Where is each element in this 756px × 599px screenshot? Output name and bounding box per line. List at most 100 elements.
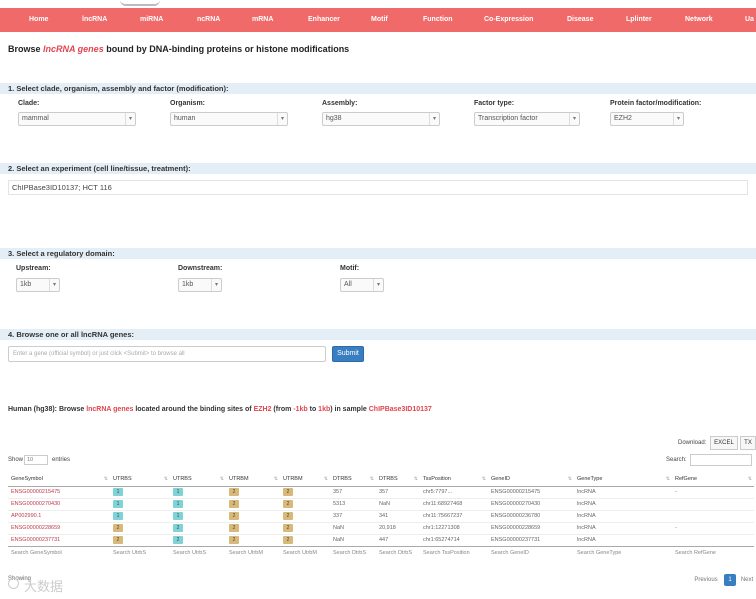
excel-download-button[interactable]: EXCEL xyxy=(710,436,738,450)
search-tssposition-input[interactable]: Search TssPosition xyxy=(420,545,488,559)
cell-utrbm-2: 2 xyxy=(280,486,330,498)
experiment-select[interactable]: ChIPBase3ID10137; HCT 116 xyxy=(8,180,748,195)
show-label: Show xyxy=(8,457,24,463)
count-badge[interactable]: 2 xyxy=(173,536,183,544)
gene-link[interactable]: ENSG00000237731 xyxy=(8,534,110,546)
factor-type-label: Factor type: xyxy=(474,100,515,107)
gene-link[interactable]: AP002990.1 xyxy=(8,510,110,522)
downstream-label: Downstream: xyxy=(178,265,223,272)
col-tssposition[interactable]: TssPosition ⇅ xyxy=(420,473,488,487)
search-utrbs-2-input[interactable]: Search UtrbS xyxy=(170,545,226,559)
count-badge[interactable]: 2 xyxy=(229,536,239,544)
nav-motif[interactable]: Motif xyxy=(371,16,388,23)
search-utrbm-input[interactable]: Search UtrbM xyxy=(226,545,280,559)
cell-utrbs: 2 xyxy=(110,522,170,534)
count-badge[interactable]: 1 xyxy=(173,500,183,508)
page-length-select[interactable]: 10 xyxy=(24,455,48,465)
col-refgene[interactable]: RefGene ⇅ xyxy=(672,473,754,487)
table-row: ENSG00000215475 1 1 2 2 357 357 chr5:779… xyxy=(8,486,754,498)
search-utrbm-2-input[interactable]: Search UtrbM xyxy=(280,545,330,559)
nav-home[interactable]: Home xyxy=(29,16,48,23)
count-badge[interactable]: 1 xyxy=(173,488,183,496)
gene-link[interactable]: ENSG00000228659 xyxy=(8,522,110,534)
col-dtrbs[interactable]: DTRBS ⇅ xyxy=(330,473,376,487)
search-geneid-input[interactable]: Search GeneID xyxy=(488,545,574,559)
count-badge[interactable]: 2 xyxy=(229,500,239,508)
cell-utrbm: 2 xyxy=(226,510,280,522)
count-badge[interactable]: 2 xyxy=(283,512,293,520)
count-badge[interactable]: 2 xyxy=(283,536,293,544)
count-badge[interactable]: 1 xyxy=(113,488,123,496)
count-badge[interactable]: 1 xyxy=(113,500,123,508)
search-dtrbs-2-input[interactable]: Search DtrbS xyxy=(376,545,420,559)
table-search-input[interactable] xyxy=(690,454,752,466)
gene-link[interactable]: ENSG00000215475 xyxy=(8,486,110,498)
organism-select[interactable]: human ▾ xyxy=(170,112,288,126)
factor-type-select[interactable]: Transcription factor ▾ xyxy=(474,112,580,126)
col-utrbs-2[interactable]: UTRBS ⇅ xyxy=(170,473,226,487)
count-badge[interactable]: 2 xyxy=(283,500,293,508)
cell-tssposition: chr5:7797... xyxy=(423,489,453,495)
pagination-next[interactable]: Next xyxy=(738,574,756,586)
txt-download-button[interactable]: TX xyxy=(740,436,756,450)
cell-utrbm: 2 xyxy=(226,498,280,510)
count-badge[interactable]: 2 xyxy=(283,488,293,496)
upstream-label: Upstream: xyxy=(16,265,51,272)
clade-select[interactable]: mammal ▾ xyxy=(18,112,136,126)
count-badge[interactable]: 2 xyxy=(173,524,183,532)
gene-search-input[interactable]: Enter a gene (official symbol) or just c… xyxy=(8,346,326,362)
nav-ua[interactable]: Ua xyxy=(745,16,754,23)
nav-lplinter[interactable]: Lplinter xyxy=(626,16,652,23)
count-badge[interactable]: 2 xyxy=(229,524,239,532)
step4-heading: 4. Browse one or all lncRNA genes: xyxy=(0,329,756,340)
cell-geneid: ENSG00000237731 xyxy=(491,537,541,543)
nav-coexpression[interactable]: Co-Expression xyxy=(484,16,533,23)
nav-mrna[interactable]: mRNA xyxy=(252,16,273,23)
downstream-select[interactable]: 1kb ▾ xyxy=(178,278,222,292)
sort-icon: ⇅ xyxy=(747,476,752,482)
col-utrbm-2[interactable]: UTRBM ⇅ xyxy=(280,473,330,487)
count-badge[interactable]: 1 xyxy=(173,512,183,520)
assembly-select[interactable]: hg38 ▾ xyxy=(322,112,440,126)
search-genetype-input[interactable]: Search GeneType xyxy=(574,545,672,559)
nav-lncrna[interactable]: lncRNA xyxy=(82,16,107,23)
search-refgene-input[interactable]: Search RefGene xyxy=(672,545,754,559)
sort-icon: ⇅ xyxy=(567,476,572,482)
nav-function[interactable]: Function xyxy=(423,16,453,23)
count-badge[interactable]: 2 xyxy=(229,512,239,520)
watermark: 大数据 xyxy=(24,579,64,594)
count-badge[interactable]: 2 xyxy=(283,524,293,532)
search-genesymbol-input[interactable]: Search GeneSymbol xyxy=(8,545,110,559)
search-dtrbs-input[interactable]: Search DtrbS xyxy=(330,545,376,559)
nav-disease[interactable]: Disease xyxy=(567,16,593,23)
submit-button[interactable]: Submit xyxy=(332,346,364,362)
cell-dtrbs: 337 xyxy=(333,513,343,519)
search-utrbs-input[interactable]: Search UtrbS xyxy=(110,545,170,559)
nav-mirna[interactable]: miRNA xyxy=(140,16,163,23)
gene-link[interactable]: ENSG00000270430 xyxy=(8,498,110,510)
protein-factor-select[interactable]: EZH2 ▾ xyxy=(610,112,684,126)
pagination-page-1[interactable]: 1 xyxy=(724,574,736,586)
nav-enhancer[interactable]: Enhancer xyxy=(308,16,340,23)
count-badge[interactable]: 2 xyxy=(113,524,123,532)
count-badge[interactable]: 2 xyxy=(113,536,123,544)
col-utrbm[interactable]: UTRBM ⇅ xyxy=(226,473,280,487)
nav-network[interactable]: Network xyxy=(685,16,713,23)
col-dtrbs-2[interactable]: DTRBS ⇅ xyxy=(376,473,420,487)
column-search-row: Search GeneSymbol Search UtrbS Search Ut… xyxy=(8,545,754,559)
chevron-down-icon: ▾ xyxy=(673,113,683,125)
col-genesymbol[interactable]: GeneSymbol ⇅ xyxy=(8,473,110,487)
pagination-previous[interactable]: Previous xyxy=(690,574,722,586)
motif-select[interactable]: All ▾ xyxy=(340,278,384,292)
count-badge[interactable]: 2 xyxy=(229,488,239,496)
cell-geneid: ENSG00000215475 xyxy=(491,489,541,495)
count-badge[interactable]: 1 xyxy=(113,512,123,520)
col-geneid[interactable]: GeneID ⇅ xyxy=(488,473,574,487)
col-genetype[interactable]: GeneType ⇅ xyxy=(574,473,672,487)
nav-ncrna[interactable]: ncRNA xyxy=(197,16,220,23)
protein-factor-label: Protein factor/modification: xyxy=(610,100,702,107)
upstream-select[interactable]: 1kb ▾ xyxy=(16,278,60,292)
cell-refgene: - xyxy=(675,525,677,531)
cell-utrbs: 1 xyxy=(110,498,170,510)
col-utrbs[interactable]: UTRBS ⇅ xyxy=(110,473,170,487)
